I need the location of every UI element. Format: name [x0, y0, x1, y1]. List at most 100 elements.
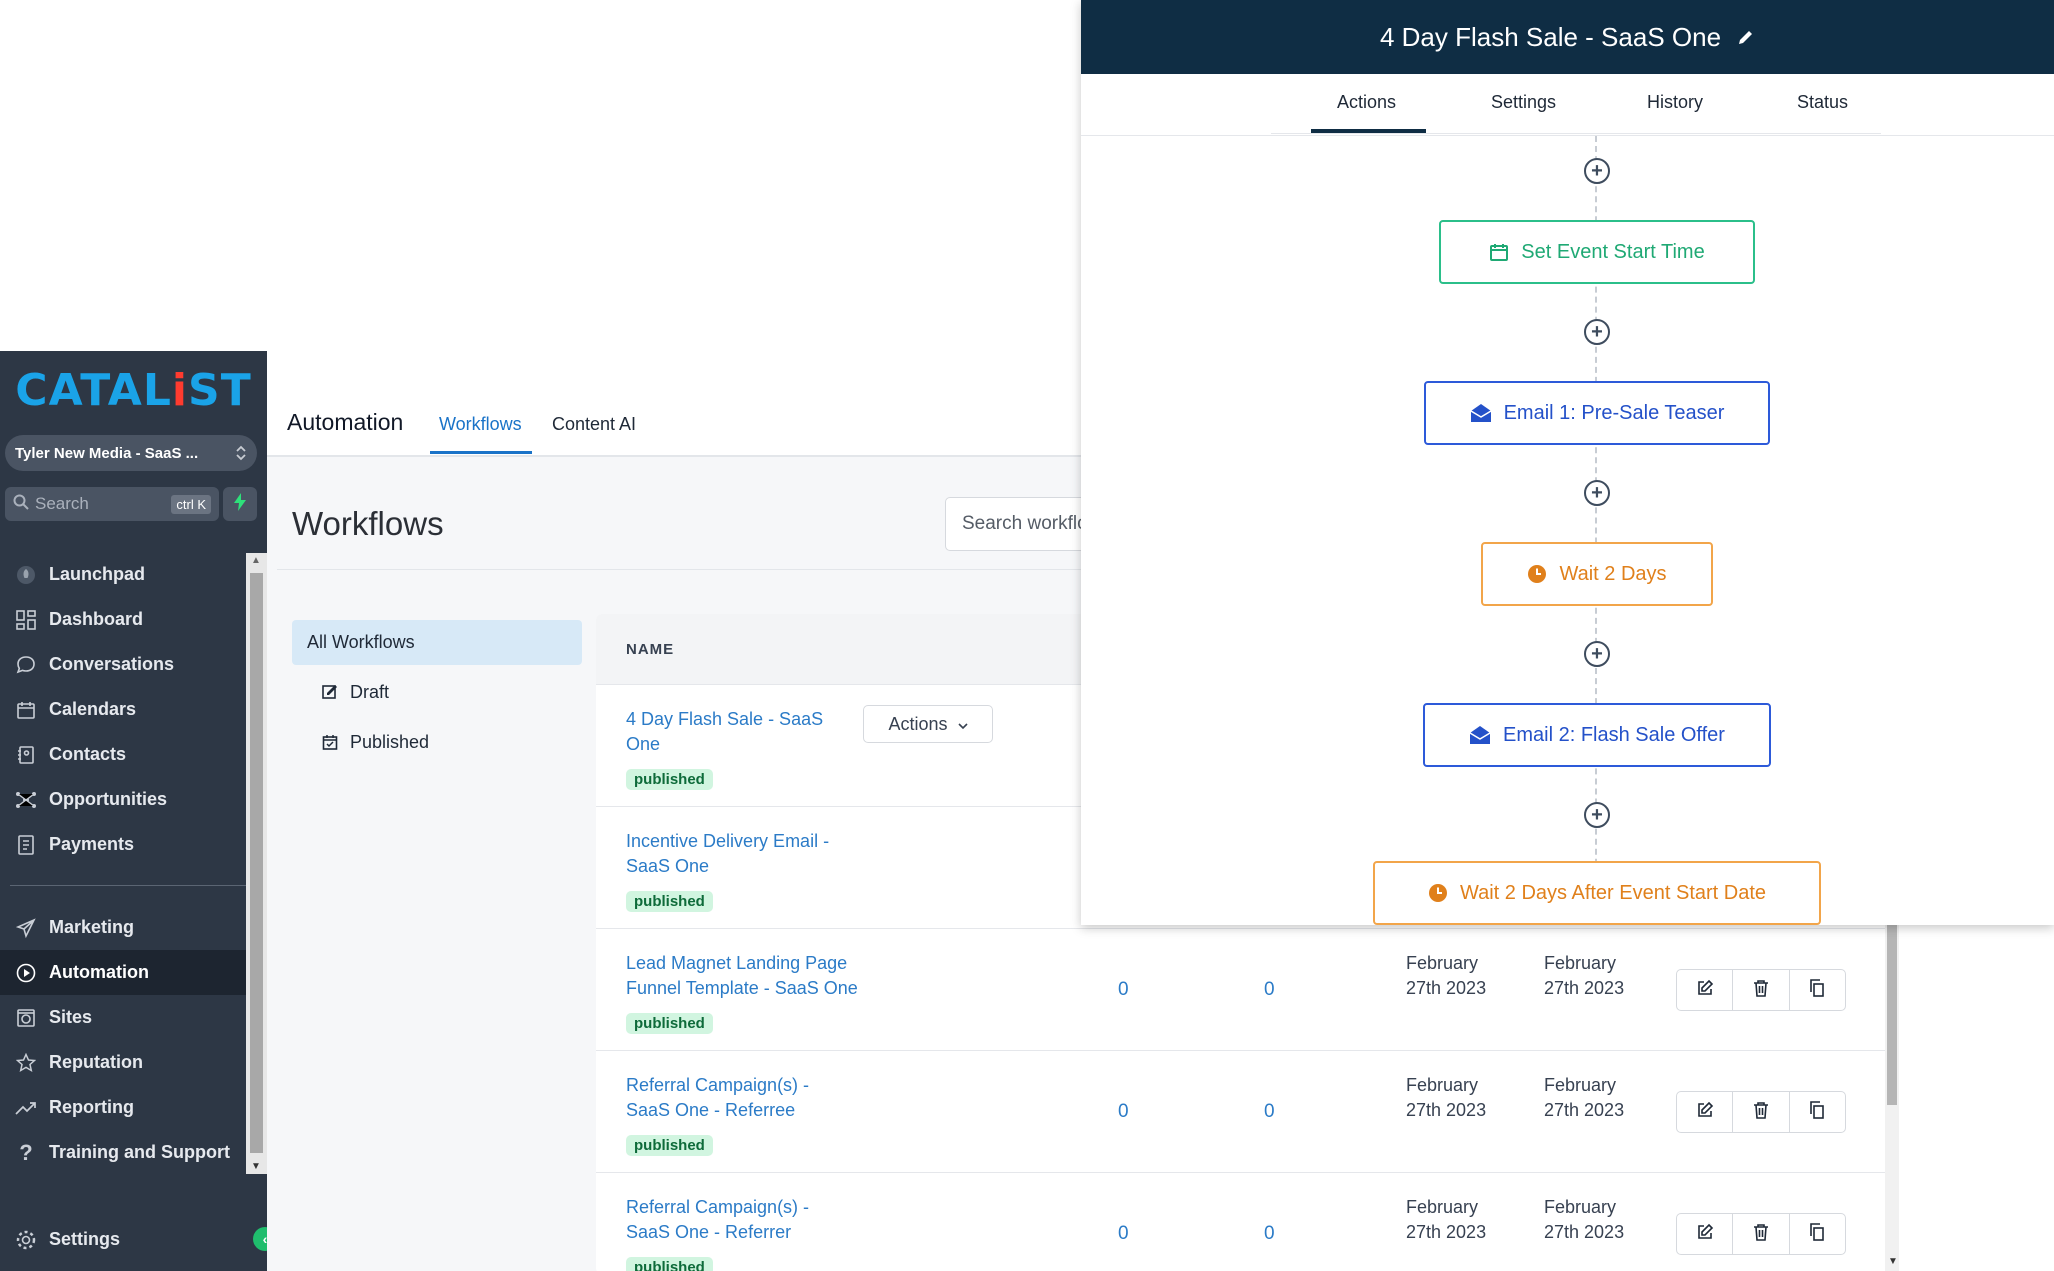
- column-header-name[interactable]: NAME: [626, 641, 674, 658]
- trash-icon: [1753, 1223, 1769, 1246]
- envelope-open-icon: [1470, 403, 1492, 423]
- active-enrolled-count[interactable]: 0: [1264, 979, 1275, 1001]
- copy-icon: [1809, 1100, 1825, 1124]
- sidebar-item-label: Settings: [49, 1229, 121, 1249]
- copy-button[interactable]: [1790, 1092, 1845, 1132]
- content-scrollbar-thumb[interactable]: [1887, 925, 1897, 1105]
- filter-label: Draft: [350, 681, 390, 702]
- clock-icon: [1428, 883, 1448, 903]
- scroll-down-arrow-icon[interactable]: ▼: [1888, 1256, 1898, 1267]
- sidebar-item-label: Calendars: [49, 699, 137, 719]
- edit-button[interactable]: [1677, 970, 1734, 1010]
- active-enrolled-count[interactable]: 0: [1264, 1223, 1275, 1245]
- total-enrolled-count[interactable]: 0: [1118, 979, 1129, 1001]
- edit-button[interactable]: [1677, 1214, 1734, 1254]
- workflow-builder-header: 4 Day Flash Sale - SaaS One: [1081, 0, 2054, 74]
- trash-icon: [1753, 1101, 1769, 1124]
- tab-content-ai[interactable]: Content AI: [552, 414, 636, 435]
- delete-button[interactable]: [1733, 970, 1790, 1010]
- workflow-node-wait[interactable]: Wait 2 Days: [1481, 542, 1713, 606]
- sidebar-item-label: Marketing: [49, 917, 135, 937]
- filter-draft[interactable]: Draft: [322, 677, 389, 707]
- scroll-down-arrow-icon[interactable]: ▼: [251, 1161, 261, 1172]
- sidebar-search[interactable]: Search ctrl K: [5, 487, 219, 521]
- sidebar-item-label: Launchpad: [49, 564, 146, 584]
- sidebar-item-dashboard[interactable]: Dashboard: [0, 597, 246, 642]
- filter-all-workflows[interactable]: All Workflows: [292, 620, 582, 665]
- add-action-button[interactable]: +: [1584, 480, 1610, 506]
- star-icon: [14, 1051, 38, 1075]
- search-placeholder: Search: [35, 494, 89, 513]
- workflow-name-link[interactable]: 4 Day Flash Sale - SaaS One: [626, 707, 856, 757]
- filter-published[interactable]: Published: [322, 727, 429, 757]
- workflow-name-link[interactable]: Referral Campaign(s) - SaaS One - Referr…: [626, 1195, 856, 1245]
- row-action-buttons: [1676, 969, 1846, 1011]
- add-action-button[interactable]: +: [1584, 319, 1610, 345]
- sidebar-scrollbar-thumb[interactable]: [250, 573, 263, 1153]
- tab-workflows[interactable]: Workflows: [439, 414, 522, 435]
- workflow-title: 4 Day Flash Sale - SaaS One: [1379, 21, 1722, 52]
- workflow-name-link[interactable]: Lead Magnet Landing Page Funnel Template…: [626, 951, 886, 1001]
- sidebar-item-training[interactable]: ? Training and Support: [0, 1130, 246, 1175]
- search-icon: [13, 494, 35, 515]
- row-action-buttons: [1676, 1091, 1846, 1133]
- add-action-button[interactable]: +: [1584, 802, 1610, 828]
- workflow-node-email[interactable]: Email 1: Pre-Sale Teaser: [1424, 381, 1770, 445]
- workflow-name-link[interactable]: Referral Campaign(s) - SaaS One - Referr…: [626, 1073, 856, 1123]
- tab-settings[interactable]: Settings: [1491, 92, 1556, 113]
- sidebar-item-opportunities[interactable]: Opportunities: [0, 777, 246, 822]
- quick-actions-button[interactable]: [223, 487, 257, 521]
- add-action-button[interactable]: +: [1584, 158, 1610, 184]
- tab-actions[interactable]: Actions: [1337, 92, 1396, 113]
- workflow-node-wait[interactable]: Wait 2 Days After Event Start Date: [1373, 861, 1821, 925]
- tab-status[interactable]: Status: [1797, 92, 1848, 113]
- delete-button[interactable]: [1733, 1214, 1790, 1254]
- sidebar-item-sites[interactable]: Sites: [0, 995, 246, 1040]
- last-updated-date: February 27th 2023: [1406, 1075, 1487, 1120]
- edit-button[interactable]: [1677, 1092, 1734, 1132]
- copy-button[interactable]: [1790, 1214, 1845, 1254]
- sidebar-item-calendars[interactable]: Calendars: [0, 687, 246, 732]
- sidebar-item-launchpad[interactable]: Launchpad: [0, 552, 246, 597]
- account-switcher[interactable]: Tyler New Media - SaaS ...: [5, 435, 257, 471]
- status-badge: published: [626, 1257, 713, 1271]
- tab-baseline: [1271, 133, 1881, 134]
- sidebar-item-reputation[interactable]: Reputation: [0, 1040, 246, 1085]
- sidebar-item-label: Training and Support: [49, 1142, 230, 1162]
- gear-icon: [14, 1228, 38, 1252]
- last-updated-date: February 27th 2023: [1406, 953, 1487, 998]
- copy-button[interactable]: [1790, 970, 1845, 1010]
- sidebar-item-reporting[interactable]: Reporting: [0, 1085, 246, 1130]
- catalist-logo[interactable]: CATALiST: [0, 365, 267, 416]
- sidebar-item-label: Automation: [49, 962, 149, 982]
- question-icon: ?: [19, 1139, 33, 1165]
- total-enrolled-count[interactable]: 0: [1118, 1101, 1129, 1123]
- sidebar: CATALiST Tyler New Media - SaaS ... Sear…: [0, 351, 277, 1271]
- active-enrolled-count[interactable]: 0: [1264, 1101, 1275, 1123]
- calendar-icon: [1489, 242, 1509, 262]
- sidebar-item-marketing[interactable]: Marketing: [0, 905, 246, 950]
- add-action-button[interactable]: +: [1584, 641, 1610, 667]
- sidebar-item-automation[interactable]: Automation: [0, 950, 246, 995]
- edit-icon: [1696, 1223, 1714, 1246]
- actions-dropdown-button[interactable]: Actions: [863, 705, 993, 743]
- address-book-icon: [14, 743, 38, 767]
- sidebar-item-contacts[interactable]: Contacts: [0, 732, 246, 777]
- table-row: Lead Magnet Landing Page Funnel Template…: [596, 928, 1892, 1050]
- sidebar-item-payments[interactable]: Payments: [0, 822, 246, 867]
- sidebar-item-conversations[interactable]: Conversations: [0, 642, 246, 687]
- scroll-up-arrow-icon[interactable]: ▲: [251, 555, 261, 566]
- chevron-down-icon: [957, 714, 968, 735]
- sidebar-item-settings[interactable]: Settings: [0, 1217, 267, 1262]
- network-icon: [14, 788, 38, 812]
- paper-plane-icon: [14, 916, 38, 940]
- delete-button[interactable]: [1733, 1092, 1790, 1132]
- pencil-icon[interactable]: [1737, 28, 1755, 46]
- workflow-node-event[interactable]: Set Event Start Time: [1439, 220, 1755, 284]
- workflow-name-link[interactable]: Incentive Delivery Email - SaaS One: [626, 829, 856, 879]
- workflow-node-email[interactable]: Email 2: Flash Sale Offer: [1423, 703, 1771, 767]
- filter-label: All Workflows: [307, 632, 415, 652]
- sidebar-item-label: Conversations: [49, 654, 175, 674]
- tab-history[interactable]: History: [1647, 92, 1703, 113]
- total-enrolled-count[interactable]: 0: [1118, 1223, 1129, 1245]
